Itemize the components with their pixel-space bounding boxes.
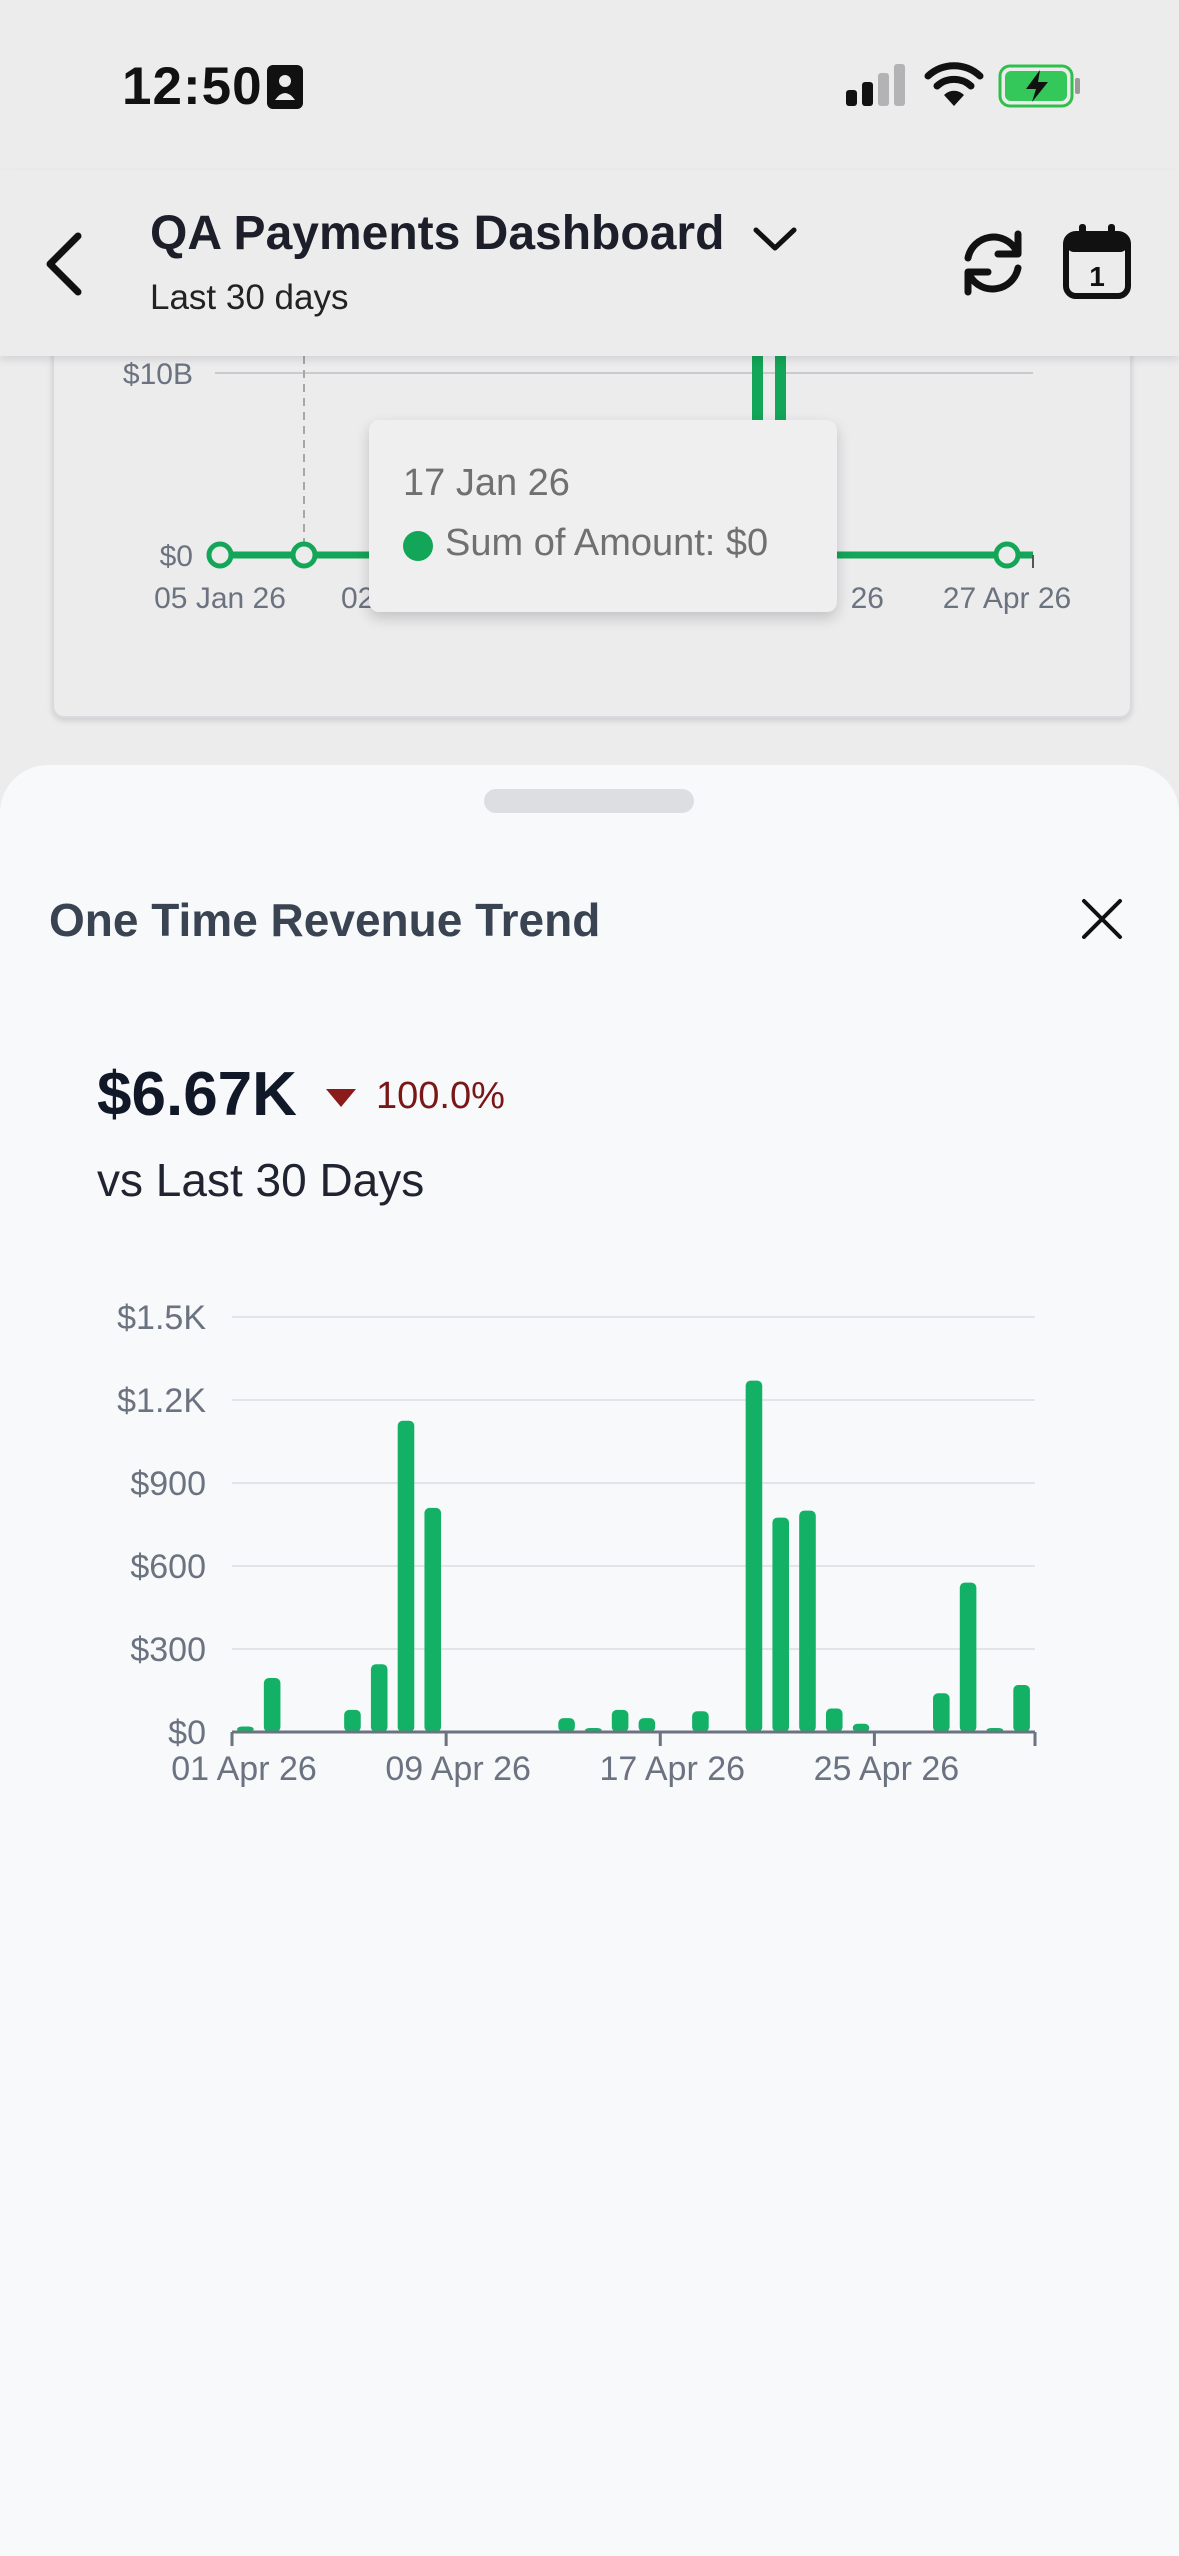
kpi-compare: vs Last 30 Days bbox=[97, 1154, 425, 1206]
status-time: 12:50 bbox=[122, 57, 263, 116]
bar-05-apr-26[interactable] bbox=[344, 1709, 361, 1732]
bg-y-label: $0 bbox=[160, 540, 193, 573]
bar-13-apr-26[interactable] bbox=[558, 1718, 575, 1732]
trend-down-icon bbox=[326, 1089, 356, 1107]
bg-x-label: 05 Jan 26 bbox=[154, 582, 286, 615]
calendar-icon[interactable]: 1 bbox=[1062, 222, 1132, 300]
bar-07-apr-26[interactable] bbox=[397, 1420, 415, 1732]
svg-text:1: 1 bbox=[1089, 261, 1105, 292]
back-arrow-icon[interactable] bbox=[34, 224, 94, 304]
bar-18-apr-26[interactable] bbox=[692, 1711, 709, 1732]
sheet-grabber[interactable] bbox=[484, 789, 694, 813]
kpi-value: $6.67K bbox=[97, 1060, 297, 1129]
bar-30-apr-26[interactable] bbox=[1013, 1684, 1030, 1732]
y-tick-label: $900 bbox=[130, 1465, 206, 1503]
tooltip-value: Sum of Amount: $0 bbox=[445, 522, 769, 564]
refresh-icon[interactable] bbox=[956, 226, 1030, 300]
close-icon[interactable] bbox=[1076, 893, 1128, 945]
y-tick-label: $600 bbox=[130, 1548, 206, 1586]
chart-tooltip: 17 Jan 26 Sum of Amount: $0 bbox=[369, 420, 837, 612]
bar-06-apr-26[interactable] bbox=[370, 1664, 388, 1732]
chevron-down-icon[interactable] bbox=[750, 220, 800, 260]
bar-20-apr-26[interactable] bbox=[745, 1380, 763, 1732]
kpi-change: 100.0% bbox=[376, 1075, 505, 1117]
bar-08-apr-26[interactable] bbox=[424, 1507, 442, 1732]
series-dot-icon bbox=[403, 531, 433, 561]
x-tick-label: 09 Apr 26 bbox=[385, 1750, 531, 1788]
revenue-bar-chart[interactable]: $0 $300 $600 $900 $1.2K $1.5K 01 Apr 26 09 Apr … bbox=[0, 1265, 1179, 2085]
bar-22-apr-26[interactable] bbox=[799, 1510, 816, 1732]
bg-y-label: $10B bbox=[123, 358, 193, 391]
x-tick-label: 01 Apr 26 bbox=[171, 1750, 317, 1788]
y-tick-label: $300 bbox=[130, 1631, 206, 1669]
x-tick-label: 25 Apr 26 bbox=[814, 1750, 960, 1788]
y-tick-label: $0 bbox=[168, 1714, 206, 1752]
dashboard-title[interactable]: QA Payments Dashboard bbox=[150, 206, 724, 261]
bg-x-label: 27 Apr 26 bbox=[943, 582, 1071, 615]
y-tick-label: $1.5K bbox=[117, 1299, 206, 1337]
bar-16-apr-26[interactable] bbox=[638, 1718, 656, 1732]
x-tick-label: 17 Apr 26 bbox=[599, 1750, 745, 1788]
date-range-subtitle: Last 30 days bbox=[150, 278, 349, 317]
wifi-icon bbox=[924, 62, 984, 106]
bg-x-label: 26 bbox=[851, 582, 884, 615]
bar-28-apr-26[interactable] bbox=[959, 1582, 977, 1732]
sheet-title: One Time Revenue Trend bbox=[49, 894, 601, 946]
battery-charging-icon bbox=[998, 64, 1080, 108]
status-bar: 12:50 bbox=[0, 0, 1179, 170]
bar-15-apr-26[interactable] bbox=[611, 1709, 629, 1732]
app-header: QA Payments Dashboard Last 30 days 1 bbox=[0, 170, 1179, 356]
contact-card-icon bbox=[267, 65, 303, 109]
bar-02-apr-26[interactable] bbox=[263, 1678, 281, 1732]
bar-27-apr-26[interactable] bbox=[933, 1693, 950, 1732]
bar-23-apr-26[interactable] bbox=[825, 1708, 843, 1732]
bottom-sheet: One Time Revenue Trend $6.67K 100.0% vs … bbox=[0, 765, 1179, 2556]
y-tick-label: $1.2K bbox=[117, 1382, 206, 1420]
tooltip-date: 17 Jan 26 bbox=[403, 462, 570, 504]
cellular-signal-icon bbox=[846, 64, 905, 106]
bar-21-apr-26[interactable] bbox=[772, 1517, 790, 1732]
